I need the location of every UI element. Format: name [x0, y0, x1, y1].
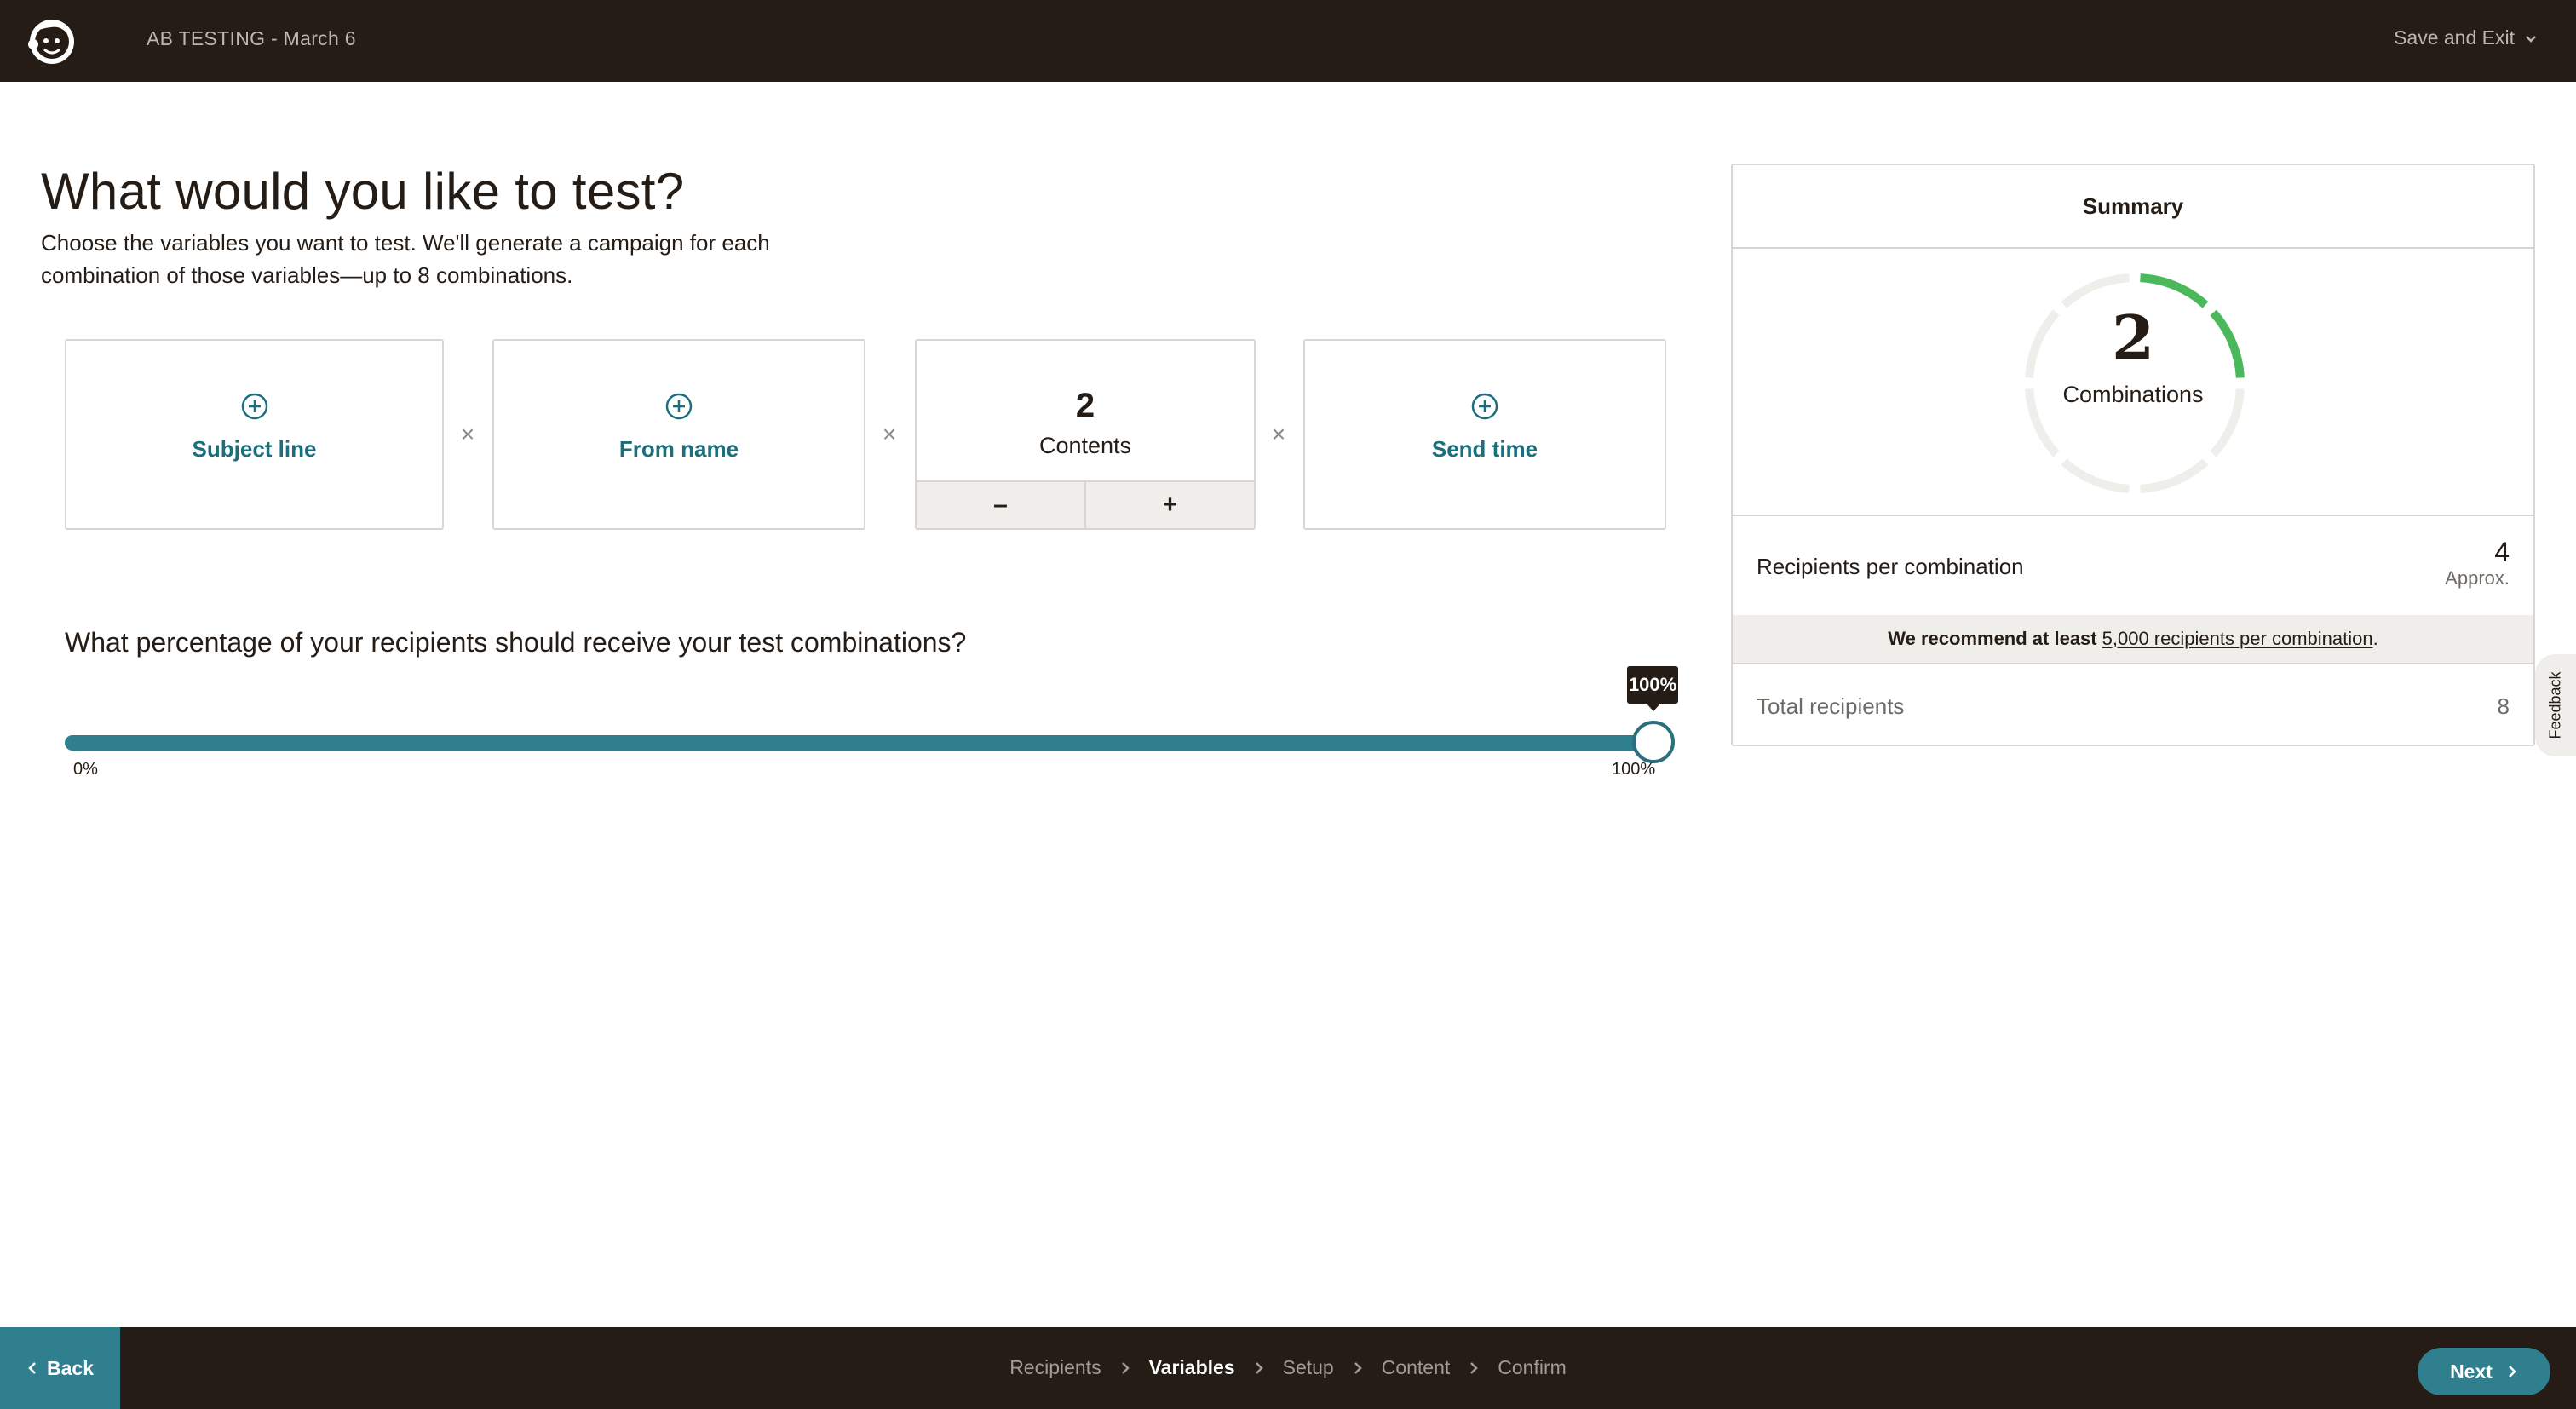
- chevron-right-icon: [1354, 1361, 1362, 1374]
- subject-line-card[interactable]: Subject line: [65, 339, 444, 530]
- times-icon: ×: [460, 421, 475, 447]
- times-icon: ×: [1271, 421, 1286, 447]
- chevron-down-icon: [2526, 35, 2536, 43]
- increment-button[interactable]: +: [1084, 482, 1254, 528]
- contents-label: Contents: [1038, 433, 1132, 458]
- next-button[interactable]: Next: [2418, 1348, 2550, 1395]
- summary-title: Summary: [1733, 165, 2533, 249]
- slider-min-label: 0%: [73, 760, 98, 779]
- recommendation-banner: We recommend at least 5,000 recipients p…: [1733, 615, 2533, 663]
- mailchimp-logo-icon[interactable]: [26, 14, 78, 66]
- subject-line-label: Subject line: [192, 436, 317, 462]
- approx-label: Approx.: [2445, 567, 2510, 589]
- contents-stepper: – +: [917, 480, 1254, 528]
- step-variables[interactable]: Variables: [1149, 1356, 1235, 1379]
- plus-circle-icon: [241, 393, 267, 420]
- divider: [1733, 515, 2533, 516]
- send-time-label: Send time: [1431, 436, 1538, 462]
- recipients-per-combination-value: 4: [2494, 537, 2510, 567]
- page-title: What would you like to test?: [41, 163, 685, 220]
- send-time-card[interactable]: Send time: [1303, 339, 1666, 530]
- chevron-right-icon: [1255, 1361, 1263, 1374]
- step-setup[interactable]: Setup: [1283, 1356, 1334, 1379]
- wizard-steps: Recipients Variables Setup Content Confirm: [0, 1356, 2576, 1379]
- combinations-label: Combinations: [2062, 382, 2204, 407]
- percentage-slider-track[interactable]: [65, 735, 1654, 751]
- campaign-title: AB TESTING - March 6: [147, 27, 356, 49]
- summary-panel: Summary 2 Combinations Recipients per co…: [1731, 164, 2535, 746]
- percentage-slider-thumb[interactable]: [1632, 721, 1675, 763]
- bottom-bar: Back Recipients Variables Setup Content Conf…: [0, 1327, 2576, 1409]
- next-label: Next: [2450, 1360, 2493, 1383]
- total-recipients-value: 8: [2497, 693, 2510, 719]
- chevron-right-icon: [2509, 1366, 2516, 1377]
- step-confirm[interactable]: Confirm: [1498, 1356, 1567, 1379]
- divider: [1733, 663, 2533, 664]
- slider-max-label: 100%: [1612, 760, 1656, 779]
- plus-circle-icon: [665, 393, 693, 420]
- recommendation-suffix: .: [2372, 628, 2378, 649]
- total-recipients-label: Total recipients: [1757, 693, 1905, 719]
- page-description: Choose the variables you want to test. W…: [41, 230, 770, 288]
- top-bar: AB TESTING - March 6 Save and Exit: [0, 0, 2576, 82]
- feedback-label: Feedback: [2546, 671, 2564, 739]
- from-name-label: From name: [618, 436, 739, 462]
- recommendation-link[interactable]: 5,000 recipients per combination: [2102, 628, 2373, 650]
- recipients-per-combination-label: Recipients per combination: [1757, 554, 2024, 579]
- ring-segment-empty: [2140, 458, 2209, 493]
- times-icon: ×: [882, 421, 897, 447]
- recommendation-text: We recommend at least: [1888, 628, 2097, 649]
- contents-count: 2: [1075, 387, 1095, 424]
- from-name-card[interactable]: From name: [492, 339, 865, 530]
- feedback-tab[interactable]: Feedback: [2535, 654, 2576, 756]
- save-and-exit-button[interactable]: Save and Exit: [2394, 26, 2539, 49]
- step-recipients[interactable]: Recipients: [1009, 1356, 1101, 1379]
- percentage-question: What percentage of your recipients shoul…: [65, 627, 967, 658]
- step-content[interactable]: Content: [1382, 1356, 1451, 1379]
- chevron-right-icon: [1470, 1361, 1479, 1374]
- plus-circle-icon: [1471, 393, 1498, 420]
- save-and-exit-label: Save and Exit: [2394, 26, 2515, 49]
- decrement-button[interactable]: –: [917, 482, 1084, 528]
- slider-value-tooltip: 100%: [1627, 666, 1678, 711]
- contents-card: 2 Contents – +: [915, 339, 1256, 530]
- ring-segment-empty: [2061, 458, 2130, 493]
- chevron-right-icon: [1121, 1361, 1130, 1374]
- combinations-count: 2: [2111, 302, 2155, 374]
